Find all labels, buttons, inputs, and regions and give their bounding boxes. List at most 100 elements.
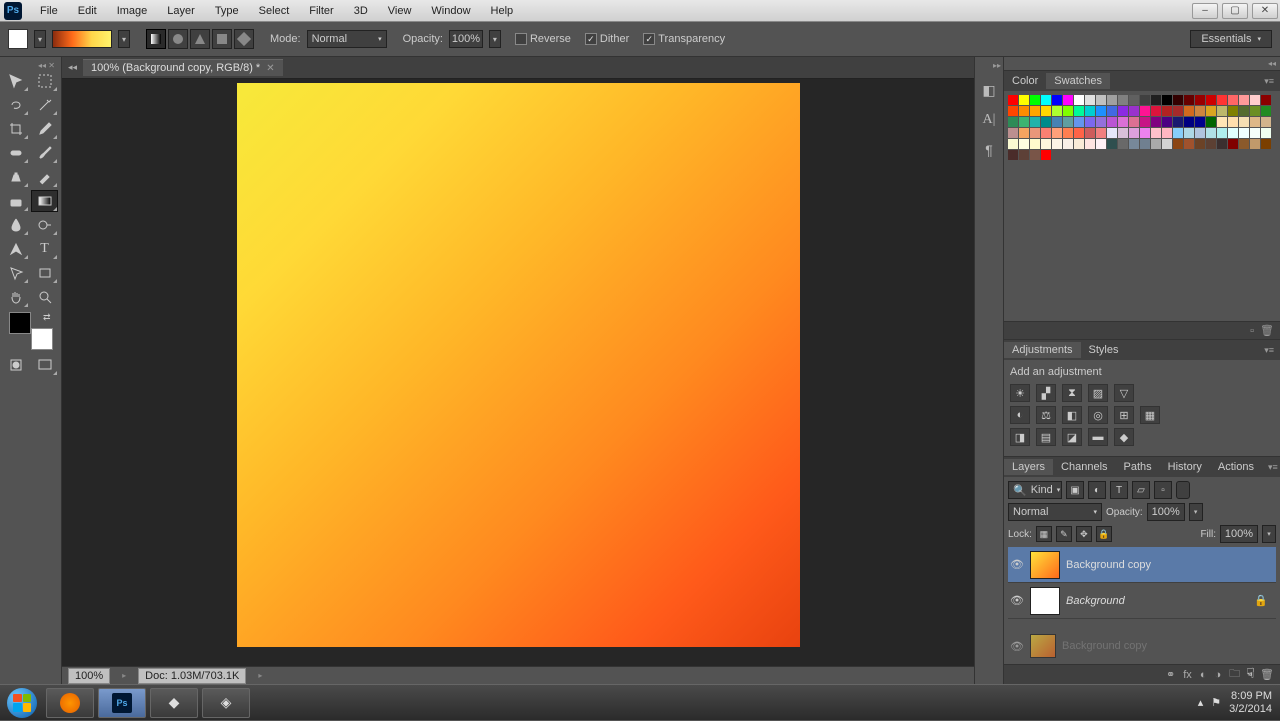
color-lookup-icon[interactable]: ▦: [1140, 406, 1160, 424]
swatch[interactable]: [1030, 139, 1040, 149]
swatch[interactable]: [1217, 139, 1227, 149]
dither-checkbox[interactable]: ✓Dither: [585, 33, 629, 45]
swatch[interactable]: [1173, 106, 1183, 116]
filter-adjustment-icon[interactable]: ◐: [1088, 481, 1106, 499]
swatch[interactable]: [1085, 106, 1095, 116]
gradient-tool[interactable]: [31, 190, 58, 212]
swatch[interactable]: [1151, 128, 1161, 138]
blend-mode-select[interactable]: Normal▾: [307, 30, 387, 48]
delete-swatch-icon[interactable]: 🗑: [1260, 324, 1274, 337]
swatch[interactable]: [1074, 106, 1084, 116]
menu-help[interactable]: Help: [481, 5, 524, 17]
eyedropper-tool[interactable]: [31, 118, 58, 140]
swatch[interactable]: [1041, 106, 1051, 116]
lasso-tool[interactable]: [2, 94, 29, 116]
swatch[interactable]: [1250, 139, 1260, 149]
color-balance-icon[interactable]: ⚖: [1036, 406, 1056, 424]
swatch[interactable]: [1239, 139, 1249, 149]
fill-dropdown[interactable]: ▾: [1262, 525, 1276, 543]
swatches-grid[interactable]: [1004, 91, 1280, 164]
histogram-panel-icon[interactable]: ◧: [979, 80, 999, 100]
layer-style-icon[interactable]: fx: [1183, 669, 1192, 681]
hand-tool[interactable]: [2, 286, 29, 308]
swatch[interactable]: [1041, 150, 1051, 160]
lock-transparency-icon[interactable]: ▦: [1036, 526, 1052, 542]
swatch[interactable]: [1019, 106, 1029, 116]
photo-filter-icon[interactable]: ◎: [1088, 406, 1108, 424]
menu-layer[interactable]: Layer: [157, 5, 205, 17]
swatch[interactable]: [1195, 128, 1205, 138]
swatch[interactable]: [1096, 117, 1106, 127]
swatch[interactable]: [1118, 117, 1128, 127]
reverse-checkbox[interactable]: Reverse: [515, 33, 571, 45]
swatch[interactable]: [1063, 95, 1073, 105]
swatch[interactable]: [1195, 95, 1205, 105]
tab-paths[interactable]: Paths: [1116, 459, 1160, 475]
swatch[interactable]: [1261, 139, 1271, 149]
swatch[interactable]: [1052, 139, 1062, 149]
levels-icon[interactable]: ▞: [1036, 384, 1056, 402]
swatch[interactable]: [1173, 139, 1183, 149]
swatch[interactable]: [1162, 117, 1172, 127]
swatch[interactable]: [1118, 139, 1128, 149]
swatch[interactable]: [1239, 128, 1249, 138]
transparency-checkbox[interactable]: ✓Transparency: [643, 33, 725, 45]
menu-file[interactable]: File: [30, 5, 68, 17]
close-tab-icon[interactable]: ✕: [266, 63, 274, 74]
filter-smart-icon[interactable]: ▫: [1154, 481, 1172, 499]
eraser-tool[interactable]: [2, 190, 29, 212]
swatch[interactable]: [1184, 128, 1194, 138]
swatch[interactable]: [1063, 128, 1073, 138]
menu-view[interactable]: View: [378, 5, 422, 17]
swatch[interactable]: [1140, 106, 1150, 116]
swatch[interactable]: [1074, 128, 1084, 138]
layer-row[interactable]: 👁 Background copy: [1008, 547, 1276, 583]
swatch[interactable]: [1217, 95, 1227, 105]
layer-name[interactable]: Background copy: [1066, 559, 1151, 571]
layer-row[interactable]: 👁 Background 🔒: [1008, 583, 1276, 619]
taskbar-photoshop[interactable]: Ps: [98, 688, 146, 718]
history-brush-tool[interactable]: [31, 166, 58, 188]
layer-thumbnail[interactable]: [1030, 551, 1060, 579]
swatch[interactable]: [1195, 106, 1205, 116]
new-layer-icon[interactable]: ▫☟: [1248, 669, 1252, 681]
taskbar-firefox[interactable]: [46, 688, 94, 718]
swatch[interactable]: [1206, 117, 1216, 127]
zoom-tool[interactable]: [31, 286, 58, 308]
swatch[interactable]: [1118, 95, 1128, 105]
menu-edit[interactable]: Edit: [68, 5, 107, 17]
crop-tool[interactable]: [2, 118, 29, 140]
swatch[interactable]: [1250, 106, 1260, 116]
threshold-icon[interactable]: ◪: [1062, 428, 1082, 446]
opacity-dropdown[interactable]: ▾: [489, 30, 501, 48]
link-layers-icon[interactable]: ⚭: [1166, 668, 1175, 681]
swatch[interactable]: [1162, 128, 1172, 138]
swatch[interactable]: [1217, 106, 1227, 116]
status-menu-icon[interactable]: ▸: [258, 671, 262, 680]
adjustment-layer-icon[interactable]: ◑: [1214, 669, 1221, 681]
gradient-picker-dropdown[interactable]: ▾: [118, 30, 130, 48]
marquee-tool[interactable]: [31, 70, 58, 92]
lock-pixels-icon[interactable]: ✎: [1056, 526, 1072, 542]
background-color[interactable]: [31, 328, 53, 350]
swap-colors-icon[interactable]: ⇄: [43, 312, 51, 323]
tab-history[interactable]: History: [1160, 459, 1210, 475]
tool-preset-dropdown[interactable]: ▾: [34, 30, 46, 48]
swatch[interactable]: [1019, 139, 1029, 149]
swatch[interactable]: [1030, 117, 1040, 127]
swatch[interactable]: [1206, 139, 1216, 149]
channel-mixer-icon[interactable]: ⊞: [1114, 406, 1134, 424]
status-arrow-icon[interactable]: ▸: [122, 671, 126, 680]
taskbar-app-4[interactable]: ◈: [202, 688, 250, 718]
swatch[interactable]: [1239, 117, 1249, 127]
healing-brush-tool[interactable]: [2, 142, 29, 164]
swatch[interactable]: [1008, 106, 1018, 116]
swatch[interactable]: [1107, 95, 1117, 105]
gradient-preview[interactable]: [52, 30, 112, 48]
group-icon[interactable]: 🗀: [1229, 665, 1240, 684]
swatch[interactable]: [1173, 117, 1183, 127]
gradient-map-icon[interactable]: ▬: [1088, 428, 1108, 446]
swatch[interactable]: [1129, 106, 1139, 116]
collapse-icon[interactable]: ◂◂: [68, 62, 77, 73]
swatch[interactable]: [1063, 106, 1073, 116]
